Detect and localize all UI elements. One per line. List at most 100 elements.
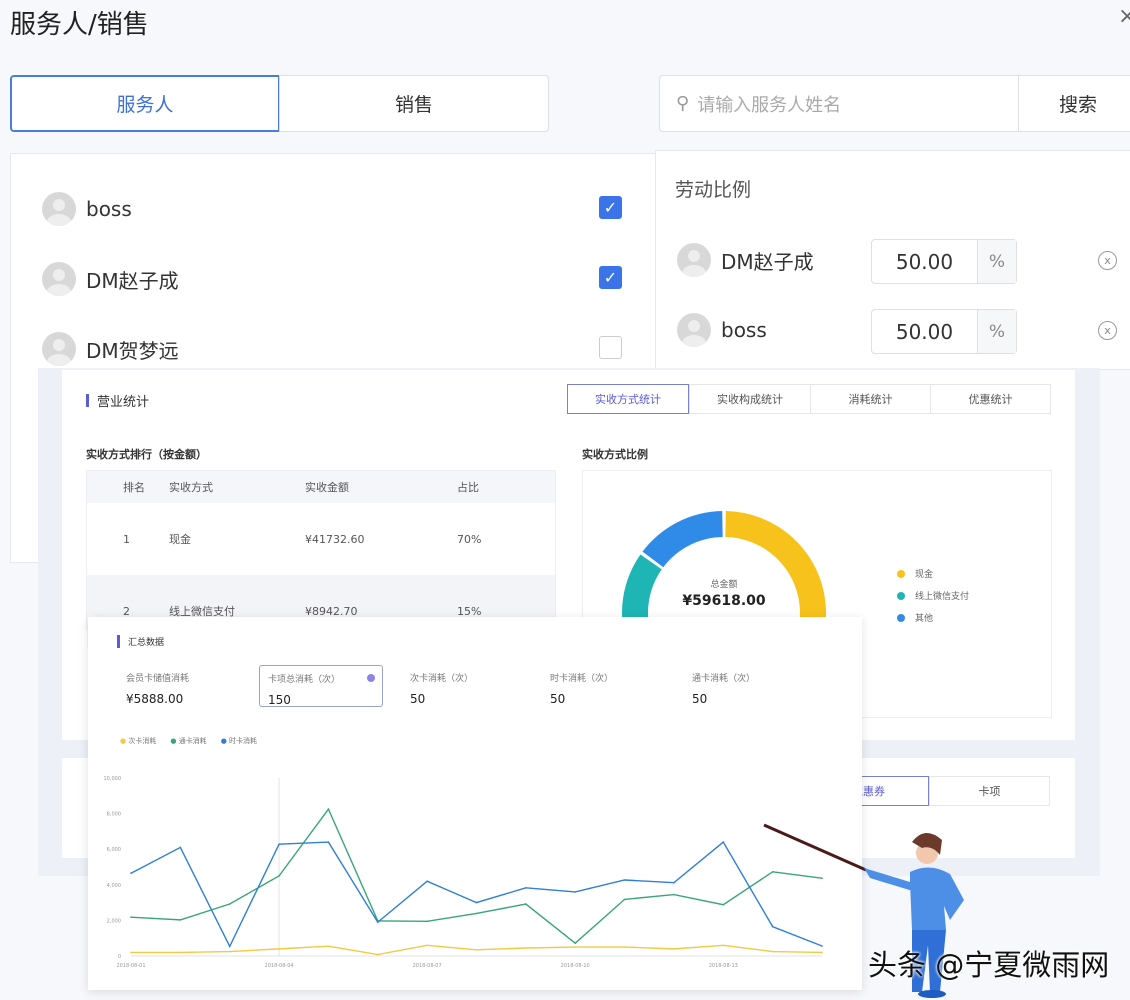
data-point xyxy=(377,954,379,956)
kpi-label: 时卡消耗（次） xyxy=(550,671,658,684)
checkbox[interactable] xyxy=(599,336,622,359)
cell: 1 xyxy=(87,533,169,546)
legend-dot xyxy=(897,592,905,600)
legend-dot: ● xyxy=(221,737,227,745)
kpi-card[interactable]: 时卡消耗（次） 50 xyxy=(542,665,666,707)
cell: ¥8942.70 xyxy=(305,605,457,618)
x-tick-label: 2018-08-04 xyxy=(265,963,294,969)
watermark: 头条 @宁夏微雨网 xyxy=(868,942,1109,984)
data-point xyxy=(624,899,626,901)
person-name: boss xyxy=(86,197,132,221)
checkbox[interactable]: ✓ xyxy=(599,196,622,219)
line-chart: 02,0004,0006,0008,00010,0002018-08-01201… xyxy=(88,760,862,985)
avatar xyxy=(42,262,76,296)
tab-payment-composition[interactable]: 实收构成统计 xyxy=(689,384,811,414)
legend-dot xyxy=(897,570,905,578)
close-icon[interactable]: × xyxy=(1118,4,1130,29)
data-point xyxy=(673,882,675,884)
header-cell: 占比 xyxy=(457,479,547,495)
person-name: DM赵子成 xyxy=(86,265,179,294)
cell: ¥41732.60 xyxy=(305,533,457,546)
data-point xyxy=(180,919,182,921)
legend-item: 现金 xyxy=(897,567,969,580)
data-point xyxy=(525,947,527,949)
ratio-person: DM赵子成 xyxy=(677,243,814,277)
y-tick-label: 4,000 xyxy=(107,883,121,889)
data-point xyxy=(476,913,478,915)
data-point xyxy=(278,843,280,845)
kpi-card[interactable]: 通卡消耗（次） 50 xyxy=(684,665,808,707)
legend-item: ● 通卡消耗 xyxy=(170,736,206,746)
data-point xyxy=(130,872,132,874)
table-header: 排名实收方式实收金额占比 xyxy=(87,471,555,503)
pie-slice xyxy=(643,511,723,567)
legend-label: 线上微信支付 xyxy=(915,589,969,602)
search-button[interactable]: 搜索 xyxy=(1018,75,1130,132)
cell: 15% xyxy=(457,605,547,618)
list-item[interactable]: DM赵子成 xyxy=(42,262,179,296)
total-value: ¥59618.00 xyxy=(659,593,789,609)
data-point xyxy=(229,903,231,905)
labor-ratio-title: 劳动比例 xyxy=(675,175,751,202)
kpi-card[interactable]: 卡项总消耗（次） 150 xyxy=(259,665,383,707)
remove-icon[interactable]: x xyxy=(1098,251,1117,270)
table-row: 1现金¥41732.6070% xyxy=(87,503,555,575)
data-point xyxy=(328,841,330,843)
x-tick-label: 2018-08-07 xyxy=(413,963,442,969)
cell: 2 xyxy=(87,605,169,618)
ratio-value[interactable]: 50.00 xyxy=(872,240,978,283)
kpi-value: ¥5888.00 xyxy=(126,692,234,706)
avatar xyxy=(677,313,711,347)
data-point xyxy=(130,952,132,954)
legend-item: 线上微信支付 xyxy=(897,589,969,602)
data-point xyxy=(130,916,132,918)
rank-title: 实收方式排行（按金额） xyxy=(86,446,207,462)
tab-card-item[interactable]: 卡项 xyxy=(929,776,1050,806)
data-point xyxy=(377,921,379,923)
series-line xyxy=(131,809,822,943)
data-point xyxy=(328,945,330,947)
pie-legend: 现金线上微信支付其他 xyxy=(897,567,969,633)
tab-payment-method[interactable]: 实收方式统计 xyxy=(567,384,689,414)
data-point xyxy=(722,841,724,843)
kpi-label: 卡项总消耗（次） xyxy=(268,672,374,685)
data-point xyxy=(673,894,675,896)
tab-service-person[interactable]: 服务人 xyxy=(10,75,280,132)
data-point xyxy=(525,887,527,889)
tab-consumption[interactable]: 消耗统计 xyxy=(810,384,931,414)
data-point xyxy=(278,875,280,877)
tab-sales[interactable]: 销售 xyxy=(279,75,549,132)
kpi-value: 150 xyxy=(268,693,374,707)
person-name: DM赵子成 xyxy=(721,246,814,275)
kpi-label: 通卡消耗（次） xyxy=(692,671,800,684)
ratio-value[interactable]: 50.00 xyxy=(872,310,978,353)
kpi-value: 50 xyxy=(550,692,658,706)
legend-dot: ● xyxy=(120,737,126,745)
search-input[interactable]: ⚲请输入服务人姓名 xyxy=(659,75,1019,132)
legend-label: 通卡消耗 xyxy=(179,737,207,745)
tab-discount[interactable]: 优惠统计 xyxy=(930,384,1051,414)
summary-title: 汇总数据 xyxy=(117,635,164,648)
data-point xyxy=(426,945,428,947)
x-tick-label: 2018-08-01 xyxy=(116,963,145,969)
legend-item: ● 时卡消耗 xyxy=(221,736,257,746)
kpi-value: 50 xyxy=(692,692,800,706)
x-tick-label: 2018-08-10 xyxy=(561,963,590,969)
ratio-input[interactable]: 50.00% xyxy=(871,309,1017,354)
kpi-card[interactable]: 会员卡储值消耗¥5888.00 xyxy=(118,665,242,707)
search-placeholder: 请输入服务人姓名 xyxy=(697,91,841,117)
list-item[interactable]: boss xyxy=(42,192,132,226)
ratio-input[interactable]: 50.00% xyxy=(871,239,1017,284)
data-point xyxy=(722,904,724,906)
percent-unit: % xyxy=(978,240,1016,283)
y-tick-label: 6,000 xyxy=(107,847,121,853)
business-stats-title: 营业统计 xyxy=(86,391,149,410)
data-point xyxy=(426,880,428,882)
data-point xyxy=(673,948,675,950)
list-item[interactable]: DM贺梦远 xyxy=(42,332,179,366)
remove-icon[interactable]: x xyxy=(1098,321,1117,340)
avatar xyxy=(42,192,76,226)
line-legend: ● 次卡消耗● 通卡消耗● 时卡消耗 xyxy=(120,736,257,746)
checkbox[interactable]: ✓ xyxy=(599,266,622,289)
kpi-card[interactable]: 次卡消耗（次）50 xyxy=(402,665,526,707)
